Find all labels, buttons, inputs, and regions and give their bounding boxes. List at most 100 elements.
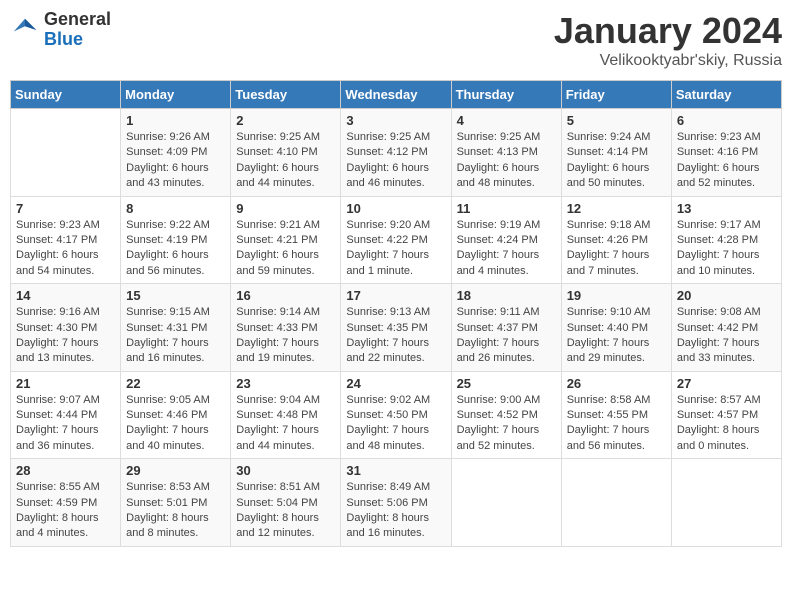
daylight-text: Daylight: 7 hours and 1 minute. [346, 248, 445, 279]
daylight-text: Daylight: 6 hours and 43 minutes. [126, 161, 225, 192]
sunrise-text: Sunrise: 8:57 AM [677, 393, 776, 408]
sunset-text: Sunset: 4:37 PM [457, 321, 556, 336]
col-saturday: Saturday [671, 81, 781, 109]
sunset-text: Sunset: 4:26 PM [567, 233, 666, 248]
sunset-text: Sunset: 4:17 PM [16, 233, 115, 248]
sunset-text: Sunset: 4:44 PM [16, 408, 115, 423]
sunrise-text: Sunrise: 9:22 AM [126, 218, 225, 233]
day-info: Sunrise: 9:24 AM Sunset: 4:14 PM Dayligh… [567, 130, 666, 192]
day-number: 26 [567, 376, 666, 391]
table-row: 16 Sunrise: 9:14 AM Sunset: 4:33 PM Dayl… [231, 284, 341, 372]
sunset-text: Sunset: 4:13 PM [457, 145, 556, 160]
table-row: 29 Sunrise: 8:53 AM Sunset: 5:01 PM Dayl… [121, 459, 231, 547]
day-info: Sunrise: 9:25 AM Sunset: 4:12 PM Dayligh… [346, 130, 445, 192]
sunset-text: Sunset: 4:50 PM [346, 408, 445, 423]
sunset-text: Sunset: 4:22 PM [346, 233, 445, 248]
sunrise-text: Sunrise: 9:25 AM [346, 130, 445, 145]
daylight-text: Daylight: 7 hours and 26 minutes. [457, 336, 556, 367]
col-wednesday: Wednesday [341, 81, 451, 109]
day-number: 23 [236, 376, 335, 391]
day-number: 29 [126, 463, 225, 478]
day-number: 15 [126, 288, 225, 303]
sunrise-text: Sunrise: 9:23 AM [677, 130, 776, 145]
day-info: Sunrise: 9:25 AM Sunset: 4:10 PM Dayligh… [236, 130, 335, 192]
table-row: 25 Sunrise: 9:00 AM Sunset: 4:52 PM Dayl… [451, 371, 561, 459]
calendar-week-row: 7 Sunrise: 9:23 AM Sunset: 4:17 PM Dayli… [11, 196, 782, 284]
day-number: 6 [677, 113, 776, 128]
col-monday: Monday [121, 81, 231, 109]
table-row [451, 459, 561, 547]
day-number: 7 [16, 201, 115, 216]
day-info: Sunrise: 9:10 AM Sunset: 4:40 PM Dayligh… [567, 305, 666, 367]
sunset-text: Sunset: 4:09 PM [126, 145, 225, 160]
col-tuesday: Tuesday [231, 81, 341, 109]
daylight-text: Daylight: 7 hours and 13 minutes. [16, 336, 115, 367]
sunrise-text: Sunrise: 9:18 AM [567, 218, 666, 233]
sunrise-text: Sunrise: 8:55 AM [16, 480, 115, 495]
daylight-text: Daylight: 7 hours and 22 minutes. [346, 336, 445, 367]
day-info: Sunrise: 9:02 AM Sunset: 4:50 PM Dayligh… [346, 393, 445, 455]
day-info: Sunrise: 8:49 AM Sunset: 5:06 PM Dayligh… [346, 480, 445, 542]
day-number: 31 [346, 463, 445, 478]
calendar-subtitle: Velikooktyabr'skiy, Russia [554, 52, 782, 70]
col-friday: Friday [561, 81, 671, 109]
sunrise-text: Sunrise: 9:15 AM [126, 305, 225, 320]
sunrise-text: Sunrise: 9:14 AM [236, 305, 335, 320]
table-row: 13 Sunrise: 9:17 AM Sunset: 4:28 PM Dayl… [671, 196, 781, 284]
sunset-text: Sunset: 4:16 PM [677, 145, 776, 160]
day-info: Sunrise: 9:13 AM Sunset: 4:35 PM Dayligh… [346, 305, 445, 367]
day-info: Sunrise: 9:25 AM Sunset: 4:13 PM Dayligh… [457, 130, 556, 192]
sunset-text: Sunset: 4:33 PM [236, 321, 335, 336]
day-number: 5 [567, 113, 666, 128]
sunrise-text: Sunrise: 9:23 AM [16, 218, 115, 233]
sunrise-text: Sunrise: 9:05 AM [126, 393, 225, 408]
day-info: Sunrise: 9:15 AM Sunset: 4:31 PM Dayligh… [126, 305, 225, 367]
sunset-text: Sunset: 4:12 PM [346, 145, 445, 160]
sunset-text: Sunset: 4:35 PM [346, 321, 445, 336]
day-info: Sunrise: 9:16 AM Sunset: 4:30 PM Dayligh… [16, 305, 115, 367]
sunset-text: Sunset: 4:21 PM [236, 233, 335, 248]
table-row: 22 Sunrise: 9:05 AM Sunset: 4:46 PM Dayl… [121, 371, 231, 459]
sunrise-text: Sunrise: 9:10 AM [567, 305, 666, 320]
calendar-week-row: 21 Sunrise: 9:07 AM Sunset: 4:44 PM Dayl… [11, 371, 782, 459]
day-number: 8 [126, 201, 225, 216]
day-info: Sunrise: 9:26 AM Sunset: 4:09 PM Dayligh… [126, 130, 225, 192]
table-row: 8 Sunrise: 9:22 AM Sunset: 4:19 PM Dayli… [121, 196, 231, 284]
table-row: 2 Sunrise: 9:25 AM Sunset: 4:10 PM Dayli… [231, 109, 341, 197]
daylight-text: Daylight: 7 hours and 48 minutes. [346, 423, 445, 454]
sunrise-text: Sunrise: 9:07 AM [16, 393, 115, 408]
sunrise-text: Sunrise: 9:17 AM [677, 218, 776, 233]
table-row [671, 459, 781, 547]
day-number: 1 [126, 113, 225, 128]
sunrise-text: Sunrise: 8:58 AM [567, 393, 666, 408]
daylight-text: Daylight: 8 hours and 8 minutes. [126, 511, 225, 542]
sunset-text: Sunset: 4:30 PM [16, 321, 115, 336]
daylight-text: Daylight: 8 hours and 4 minutes. [16, 511, 115, 542]
logo: General Blue [10, 10, 111, 50]
table-row: 24 Sunrise: 9:02 AM Sunset: 4:50 PM Dayl… [341, 371, 451, 459]
sunset-text: Sunset: 4:55 PM [567, 408, 666, 423]
calendar-header-row: Sunday Monday Tuesday Wednesday Thursday… [11, 81, 782, 109]
sunrise-text: Sunrise: 8:49 AM [346, 480, 445, 495]
calendar-title: January 2024 [554, 10, 782, 52]
daylight-text: Daylight: 7 hours and 4 minutes. [457, 248, 556, 279]
table-row: 12 Sunrise: 9:18 AM Sunset: 4:26 PM Dayl… [561, 196, 671, 284]
day-number: 27 [677, 376, 776, 391]
sunrise-text: Sunrise: 9:11 AM [457, 305, 556, 320]
day-info: Sunrise: 8:57 AM Sunset: 4:57 PM Dayligh… [677, 393, 776, 455]
daylight-text: Daylight: 7 hours and 36 minutes. [16, 423, 115, 454]
day-info: Sunrise: 9:04 AM Sunset: 4:48 PM Dayligh… [236, 393, 335, 455]
sunrise-text: Sunrise: 9:16 AM [16, 305, 115, 320]
title-block: January 2024 Velikooktyabr'skiy, Russia [554, 10, 782, 70]
table-row: 5 Sunrise: 9:24 AM Sunset: 4:14 PM Dayli… [561, 109, 671, 197]
sunset-text: Sunset: 4:42 PM [677, 321, 776, 336]
day-number: 28 [16, 463, 115, 478]
sunrise-text: Sunrise: 9:04 AM [236, 393, 335, 408]
daylight-text: Daylight: 8 hours and 0 minutes. [677, 423, 776, 454]
table-row: 1 Sunrise: 9:26 AM Sunset: 4:09 PM Dayli… [121, 109, 231, 197]
col-sunday: Sunday [11, 81, 121, 109]
sunrise-text: Sunrise: 9:13 AM [346, 305, 445, 320]
day-info: Sunrise: 9:08 AM Sunset: 4:42 PM Dayligh… [677, 305, 776, 367]
day-info: Sunrise: 8:55 AM Sunset: 4:59 PM Dayligh… [16, 480, 115, 542]
daylight-text: Daylight: 6 hours and 48 minutes. [457, 161, 556, 192]
